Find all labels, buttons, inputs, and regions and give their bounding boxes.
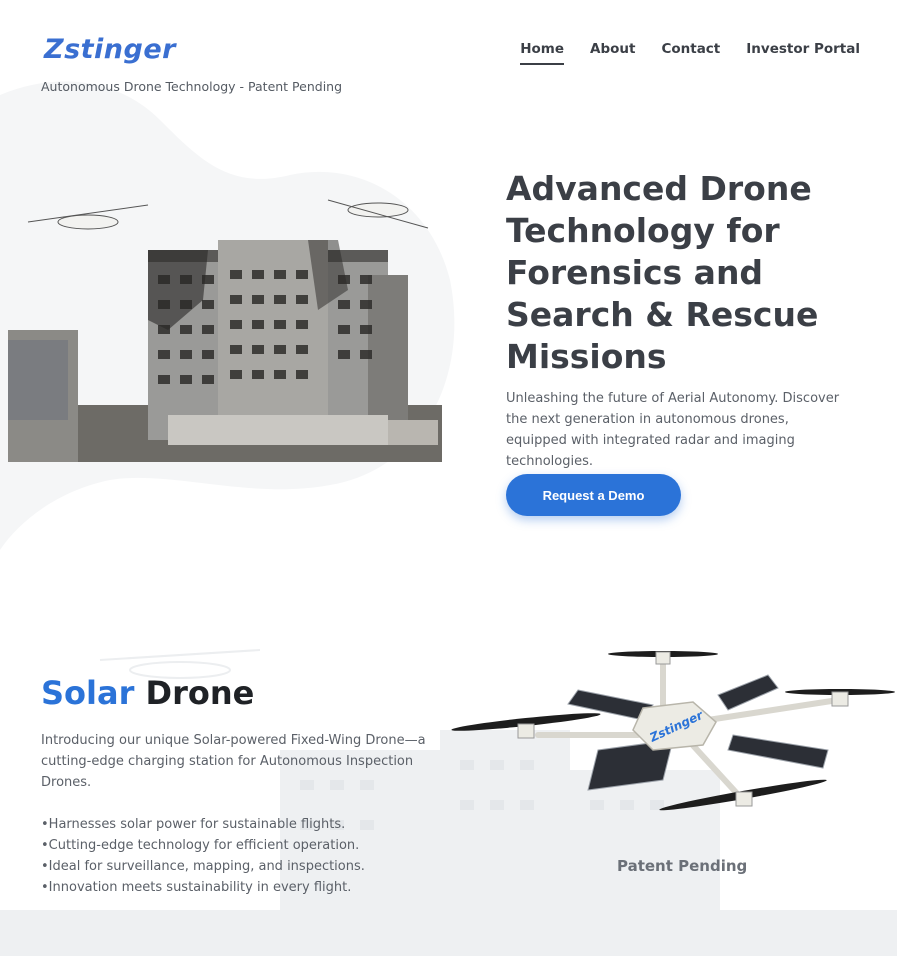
brand-tagline: Autonomous Drone Technology - Patent Pen… [41,79,343,94]
hero-building-image [8,199,442,462]
nav-investor-portal[interactable]: Investor Portal [746,41,860,65]
hero-title: Advanced Drone Technology for Forensics … [506,169,819,376]
nav-contact[interactable]: Contact [661,41,720,65]
solar-title-word1: Solar [41,674,135,712]
nav-home[interactable]: Home [520,41,564,65]
nav-about[interactable]: About [590,41,635,65]
patent-pending-label: Patent Pending [617,857,748,875]
feature-item: Ideal for surveillance, mapping, and ins… [41,856,365,877]
feature-item: Cutting-edge technology for efficient op… [41,835,365,856]
solar-title-word2: Drone [145,674,255,712]
feature-item: Innovation meets sustainability in every… [41,877,365,898]
solar-drone-title: Solar Drone [41,674,254,712]
main-nav: Home About Contact Investor Portal [520,41,860,65]
solar-drone-image: Zstinger [451,651,895,811]
brand-logo[interactable]: Zstinger [44,34,176,65]
solar-feature-list: Harnesses solar power for sustainable fl… [41,814,365,898]
feature-item: Harnesses solar power for sustainable fl… [41,814,365,835]
solar-intro: Introducing our unique Solar-powered Fix… [41,733,426,790]
hero-subtitle: Unleashing the future of Aerial Autonomy… [506,391,840,469]
request-demo-button[interactable]: Request a Demo [506,474,681,516]
